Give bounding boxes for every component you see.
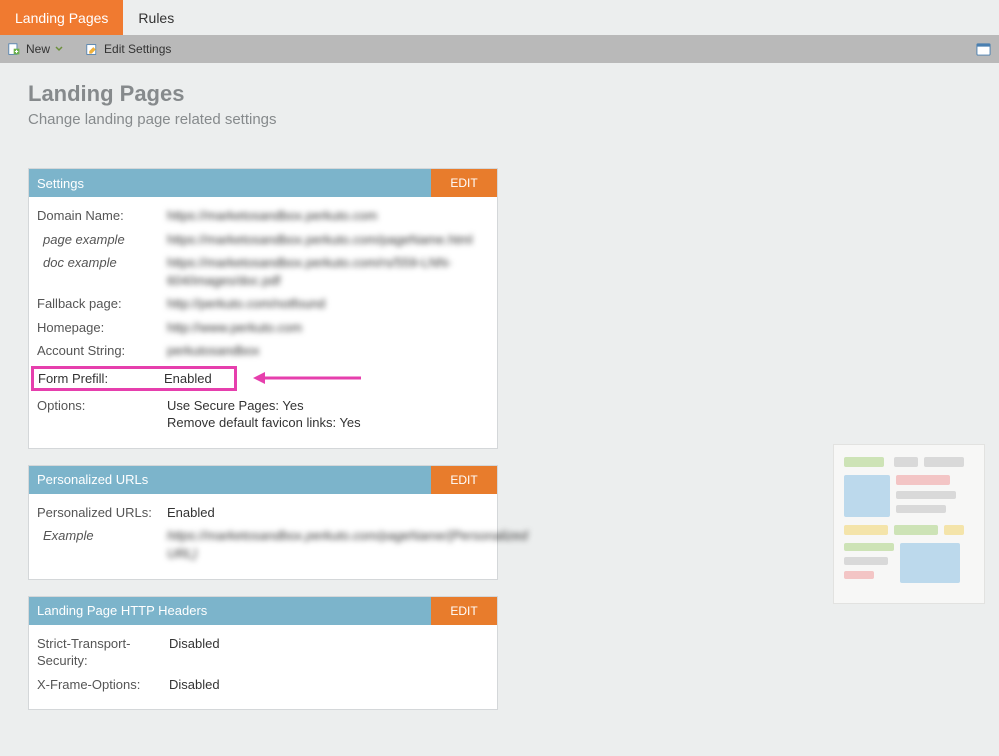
account-label: Account String: (37, 342, 167, 360)
sts-value: Disabled (169, 635, 489, 670)
homepage-value: http://www.perkuto.com (167, 319, 489, 337)
panel-headers: Landing Page HTTP Headers EDIT Strict-Tr… (28, 596, 498, 711)
page-example-label: page example (37, 231, 167, 249)
calendar-icon (976, 41, 991, 56)
panel-settings: Settings EDIT Domain Name:https://market… (28, 168, 498, 449)
sts-label: Strict-Transport-Security: (37, 635, 169, 670)
homepage-label: Homepage: (37, 319, 167, 337)
options-label: Options: (37, 397, 167, 432)
options-line1: Use Secure Pages: Yes (167, 397, 489, 415)
new-page-icon (8, 43, 21, 56)
domain-value: https://marketosandbox.perkuto.com (167, 207, 489, 225)
calendar-button[interactable] (976, 41, 991, 59)
options-value: Use Secure Pages: Yes Remove default fav… (167, 397, 489, 432)
page-title: Landing Pages (28, 81, 971, 107)
edit-button-settings[interactable]: EDIT (431, 169, 497, 197)
fallback-value: http://perkuto.com/notfound (167, 295, 489, 313)
xfo-label: X-Frame-Options: (37, 676, 169, 694)
panel-purls: Personalized URLs EDIT Personalized URLs… (28, 465, 498, 580)
arrow-left-icon (251, 369, 361, 387)
domain-label: Domain Name: (37, 207, 167, 225)
panel-settings-title: Settings (29, 169, 431, 197)
xfo-value: Disabled (169, 676, 489, 694)
purls-example-label: Example (37, 527, 167, 562)
new-button[interactable]: New (8, 42, 64, 56)
new-label: New (26, 42, 50, 56)
edit-button-purls[interactable]: EDIT (431, 466, 497, 494)
edit-button-headers[interactable]: EDIT (431, 597, 497, 625)
tab-rules[interactable]: Rules (123, 0, 189, 35)
edit-settings-label: Edit Settings (104, 42, 171, 56)
doc-example-value: https://marketosandbox.perkuto.com/rs/55… (167, 254, 489, 289)
doc-example-label: doc example (37, 254, 167, 289)
edit-settings-icon (86, 43, 99, 56)
annotation-arrow (251, 369, 361, 387)
page-example-value: https://marketosandbox.perkuto.com/pageN… (167, 231, 489, 249)
purls-example-value: https://marketosandbox.perkuto.com/pageN… (167, 527, 528, 562)
fallback-label: Fallback page: (37, 295, 167, 313)
top-tabs: Landing Pages Rules (0, 0, 999, 35)
account-value: perkutosandbox (167, 342, 489, 360)
chevron-down-icon (54, 44, 64, 54)
page-subtitle: Change landing page related settings (28, 111, 971, 128)
purls-enabled-value: Enabled (167, 504, 489, 522)
panel-headers-title: Landing Page HTTP Headers (29, 597, 431, 625)
edit-settings-button[interactable]: Edit Settings (86, 42, 171, 56)
layout-preview (833, 444, 985, 604)
panel-purls-title: Personalized URLs (29, 466, 431, 494)
form-prefill-value: Enabled (164, 371, 212, 386)
toolbar: New Edit Settings (0, 35, 999, 63)
purls-enabled-label: Personalized URLs: (37, 504, 167, 522)
options-line2: Remove default favicon links: Yes (167, 414, 489, 432)
form-prefill-label: Form Prefill: (38, 371, 164, 386)
form-prefill-highlight: Form Prefill: Enabled (31, 366, 237, 391)
page-header: Landing Pages Change landing page relate… (0, 63, 999, 168)
tab-landing-pages[interactable]: Landing Pages (0, 0, 123, 35)
